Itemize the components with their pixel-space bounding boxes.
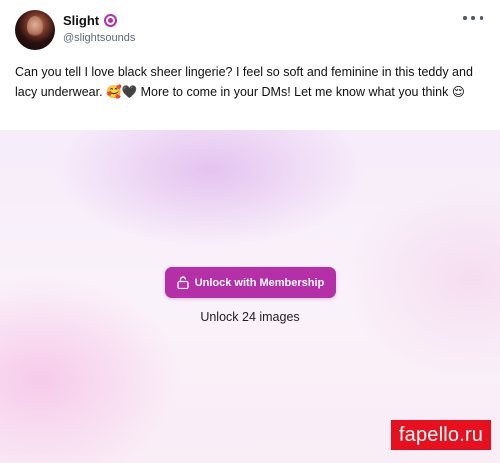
post-caption: Can you tell I love black sheer lingerie…	[15, 65, 473, 99]
more-dot-icon	[479, 16, 483, 20]
author-name-row: Slight	[63, 13, 118, 28]
unlock-membership-button[interactable]: Unlock with Membership	[165, 267, 336, 298]
author-handle[interactable]: @slightsounds	[63, 32, 135, 44]
more-dot-icon	[463, 16, 467, 20]
author-display-name[interactable]: Slight	[63, 13, 99, 28]
unlock-icon	[177, 276, 189, 289]
more-dot-icon	[471, 16, 475, 20]
unlock-button-label: Unlock with Membership	[194, 276, 325, 289]
more-options-button[interactable]	[463, 12, 483, 24]
locked-media-area: Unlock with Membership Unlock 24 images …	[0, 130, 500, 463]
verified-badge-icon	[104, 14, 118, 27]
post-header: Slight @slightsounds	[15, 10, 485, 50]
watermark-logo: fapello.ru	[391, 420, 491, 450]
avatar[interactable]	[15, 10, 55, 50]
unlock-count-text: Unlock 24 images	[200, 310, 300, 324]
